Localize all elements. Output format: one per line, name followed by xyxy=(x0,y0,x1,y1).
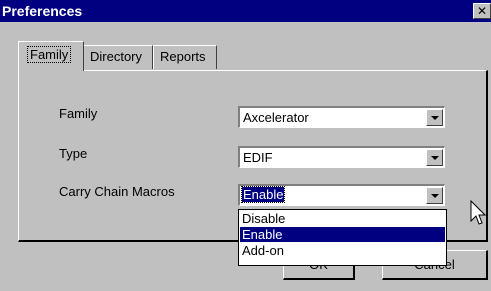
tab-family-label: Family xyxy=(27,46,72,63)
tab-reports[interactable]: Reports xyxy=(153,45,217,69)
tab-directory-label: Directory xyxy=(90,49,143,64)
family-label: Family xyxy=(59,106,98,121)
type-select[interactable]: EDIF xyxy=(238,146,445,168)
mouse-cursor-icon xyxy=(470,200,486,225)
dropdown-option-add-on[interactable]: Add-on xyxy=(240,243,445,258)
carry-chain-label: Carry Chain Macros xyxy=(59,184,175,199)
tab-reports-label: Reports xyxy=(160,49,206,64)
dropdown-option-disable[interactable]: Disable xyxy=(240,211,445,226)
tab-family[interactable]: Family xyxy=(18,41,84,71)
carry-chain-value: Enable xyxy=(240,186,286,203)
close-icon[interactable]: ✕ xyxy=(473,3,491,19)
window-title: Preferences xyxy=(2,3,83,19)
dropdown-option-enable[interactable]: Enable xyxy=(240,227,445,242)
carry-chain-dropdown: Disable Enable Add-on xyxy=(238,209,447,266)
type-label: Type xyxy=(59,146,88,161)
tab-directory[interactable]: Directory xyxy=(83,45,153,69)
title-bar[interactable]: Preferences ✕ xyxy=(0,0,491,22)
carry-chain-select[interactable]: Enable xyxy=(238,184,445,206)
preferences-dialog: Preferences ✕ Family Directory Reports F… xyxy=(0,0,491,291)
chevron-down-icon[interactable] xyxy=(426,109,443,126)
chevron-down-icon[interactable] xyxy=(426,187,443,204)
type-value: EDIF xyxy=(243,150,273,165)
family-value: Axcelerator xyxy=(243,110,309,125)
family-select[interactable]: Axcelerator xyxy=(238,106,445,128)
chevron-down-icon[interactable] xyxy=(426,149,443,166)
